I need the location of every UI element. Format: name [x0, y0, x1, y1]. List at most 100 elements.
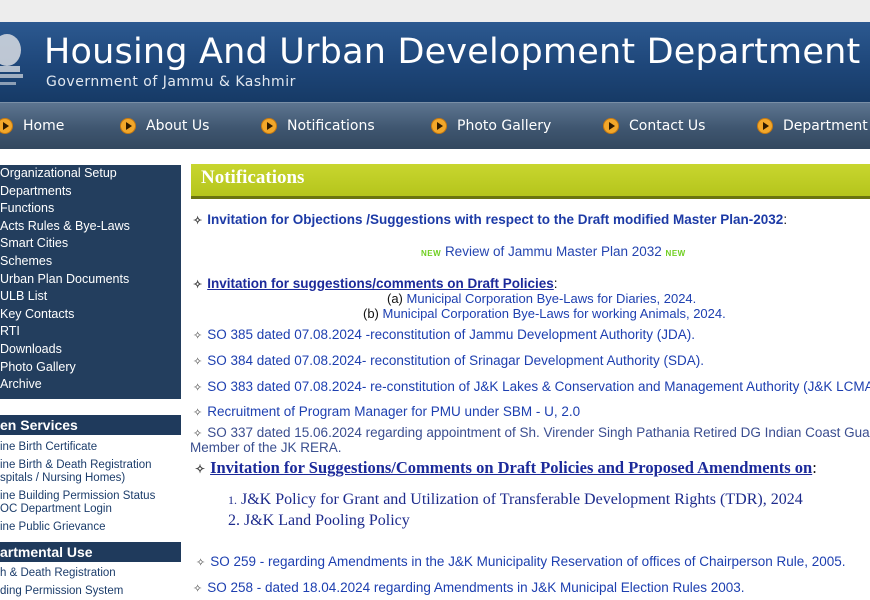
arrow-bullet-icon — [431, 118, 447, 134]
notice-so383: ✧ SO 383 dated 07.08.2024- re-constitutio… — [193, 379, 870, 394]
nav-label: Notifications — [287, 118, 375, 134]
citizen-services-header: en Services — [0, 415, 181, 435]
arrow-bullet-icon — [120, 118, 136, 134]
notice-review-link[interactable]: Review of Jammu Master Plan 2032 — [445, 244, 662, 259]
site-header: Housing And Urban Development Department… — [0, 22, 870, 102]
sidebar-item-acts-rules[interactable]: Acts Rules & Bye-Laws — [0, 218, 181, 236]
sidebar-item-urban-plan-documents[interactable]: Urban Plan Documents — [0, 271, 181, 289]
star-bullet-icon: ✧ — [193, 407, 203, 419]
notice-amendments-link[interactable]: Invitation for Suggestions/Comments on D… — [210, 458, 812, 477]
notice-recruitment-link[interactable]: Recruitment of Program Manager for PMU u… — [207, 404, 580, 419]
policy-1-link[interactable]: J&K Policy for Grant and Utilization of … — [241, 491, 803, 508]
star-bullet-icon: ✧ — [193, 215, 203, 227]
star-bullet-icon: ✧ — [193, 279, 203, 291]
sidebar-item-ulb-list[interactable]: ULB List — [0, 288, 181, 306]
notice-so258-link[interactable]: SO 258 - dated 18.04.2024 regarding Amen… — [207, 580, 744, 595]
sidebar-menu: Organizational Setup Departments Functio… — [0, 165, 181, 399]
arrow-bullet-icon — [757, 118, 773, 134]
main-content: Notifications ✧ Invitation for Objections… — [190, 164, 870, 600]
new-badge-icon: NEW — [421, 249, 442, 258]
notice-so384: ✧ SO 384 dated 07.08.2024- reconstitution… — [193, 353, 704, 368]
site-title: Housing And Urban Development Department — [44, 32, 861, 72]
policy-1: 1. J&K Policy for Grant and Utilization … — [228, 491, 803, 509]
citizen-link-public-grievance[interactable]: ine Public Grievance — [0, 521, 181, 534]
departmental-use-list: h & Death Registration ding Permission S… — [0, 562, 181, 598]
sidebar-item-archive[interactable]: Archive — [0, 376, 181, 394]
citizen-link-oc-login[interactable]: OC Department Login — [0, 503, 181, 516]
notice-recruitment: ✧ Recruitment of Program Manager for PMU … — [193, 404, 580, 419]
notice-so383-link[interactable]: SO 383 dated 07.08.2024- re-constitution… — [207, 379, 870, 394]
notice-so385: ✧ SO 385 dated 07.08.2024 -reconstitution… — [193, 327, 695, 342]
nav-contact-us[interactable]: Contact Us — [603, 116, 705, 136]
notice-suggestions-link[interactable]: Invitation for suggestions/comments on D… — [207, 276, 554, 291]
citizen-link-birth-certificate[interactable]: ine Birth Certificate — [0, 441, 181, 454]
sidebar-item-departments[interactable]: Departments — [0, 183, 181, 201]
notice-so259: ✧ SO 259 - regarding Amendments in the J&… — [196, 554, 846, 569]
star-bullet-icon: ✧ — [193, 583, 203, 595]
dept-link-building-permission[interactable]: ding Permission System — [0, 585, 181, 598]
nav-department[interactable]: Department — [757, 116, 868, 136]
star-bullet-icon: ✧ — [193, 330, 203, 342]
policy-number: 1. — [228, 493, 237, 507]
main-nav: Home About Us Notifications Photo Galler… — [0, 102, 870, 149]
notice-so384-link[interactable]: SO 384 dated 07.08.2024- reconstitution … — [207, 353, 704, 368]
notice-sub-b: (b) Municipal Corporation Bye-Laws for w… — [363, 306, 726, 321]
nav-notifications[interactable]: Notifications — [261, 116, 375, 136]
sidebar-item-downloads[interactable]: Downloads — [0, 341, 181, 359]
notice-so337: ✧ SO 337 dated 15.06.2024 regarding appoi… — [193, 425, 870, 440]
dept-link-birth-death[interactable]: h & Death Registration — [0, 567, 181, 580]
notice-so337-line2: Member of the JK RERA. — [190, 440, 342, 455]
notice-sub-a-link[interactable]: Municipal Corporation Bye-Laws for Diari… — [407, 291, 697, 306]
policy-2: 2. J&K Land Pooling Policy — [228, 512, 410, 530]
notifications-title: Notifications — [201, 167, 305, 188]
arrow-bullet-icon — [261, 118, 277, 134]
star-bullet-icon: ✧ — [193, 382, 203, 394]
notice-objections: ✧ Invitation for Objections /Suggestions … — [193, 212, 787, 227]
sidebar-item-organizational-setup[interactable]: Organizational Setup — [0, 165, 181, 183]
notice-so337-link[interactable]: SO 337 dated 15.06.2024 regarding appoin… — [207, 425, 870, 440]
sidebar-item-photo-gallery[interactable]: Photo Gallery — [0, 359, 181, 377]
notice-so259-link[interactable]: SO 259 - regarding Amendments in the J&K… — [210, 554, 845, 569]
notice-review: NEW Review of Jammu Master Plan 2032 NEW — [421, 244, 686, 259]
notice-so258: ✧ SO 258 - dated 18.04.2024 regarding Ame… — [193, 580, 745, 595]
new-badge-icon: NEW — [665, 249, 686, 258]
colon: : — [783, 212, 788, 227]
citizen-link-hospitals[interactable]: spitals / Nursing Homes) — [0, 472, 181, 485]
arrow-bullet-icon — [603, 118, 619, 134]
sidebar: Organizational Setup Departments Functio… — [0, 162, 181, 600]
notice-amendments: ✧ Invitation for Suggestions/Comments on … — [195, 458, 817, 478]
nav-home[interactable]: Home — [0, 116, 64, 136]
notice-sub-a: (a) Municipal Corporation Bye-Laws for D… — [387, 291, 696, 306]
sub-prefix: (b) — [363, 306, 379, 321]
star-bullet-icon: ✧ — [193, 428, 203, 440]
nav-label: Home — [23, 118, 65, 134]
colon: : — [553, 276, 558, 291]
nav-label: Photo Gallery — [457, 118, 552, 134]
notice-objections-link[interactable]: Invitation for Objections /Suggestions w… — [207, 212, 783, 227]
citizen-services-list: ine Birth Certificate ine Birth & Death … — [0, 435, 181, 534]
sub-prefix: (a) — [387, 291, 403, 306]
nav-about-us[interactable]: About Us — [120, 116, 209, 136]
nav-label: Department — [783, 118, 868, 134]
star-bullet-icon: ✧ — [195, 462, 206, 476]
browser-top-strip — [0, 0, 870, 23]
arrow-bullet-icon — [0, 118, 13, 134]
sidebar-item-rti[interactable]: RTI — [0, 323, 181, 341]
citizen-link-birth-death-registration[interactable]: ine Birth & Death Registration — [0, 459, 181, 472]
state-emblem-icon — [0, 34, 23, 85]
notice-suggestions: ✧ Invitation for suggestions/comments on … — [193, 276, 558, 291]
notifications-title-bar: Notifications — [191, 164, 870, 199]
colon: : — [812, 458, 817, 477]
policy-number: 2. — [228, 512, 240, 529]
star-bullet-icon: ✧ — [196, 557, 206, 569]
sidebar-item-schemes[interactable]: Schemes — [0, 253, 181, 271]
sidebar-item-functions[interactable]: Functions — [0, 200, 181, 218]
policy-2-link[interactable]: J&K Land Pooling Policy — [244, 512, 410, 529]
sidebar-item-smart-cities[interactable]: Smart Cities — [0, 235, 181, 253]
nav-photo-gallery[interactable]: Photo Gallery — [431, 116, 551, 136]
citizen-link-building-permission[interactable]: ine Building Permission Status — [0, 490, 181, 503]
notice-so385-link[interactable]: SO 385 dated 07.08.2024 -reconstitution … — [207, 327, 695, 342]
notice-sub-b-link[interactable]: Municipal Corporation Bye-Laws for worki… — [383, 306, 726, 321]
departmental-use-header: artmental Use — [0, 542, 181, 562]
sidebar-item-key-contacts[interactable]: Key Contacts — [0, 306, 181, 324]
